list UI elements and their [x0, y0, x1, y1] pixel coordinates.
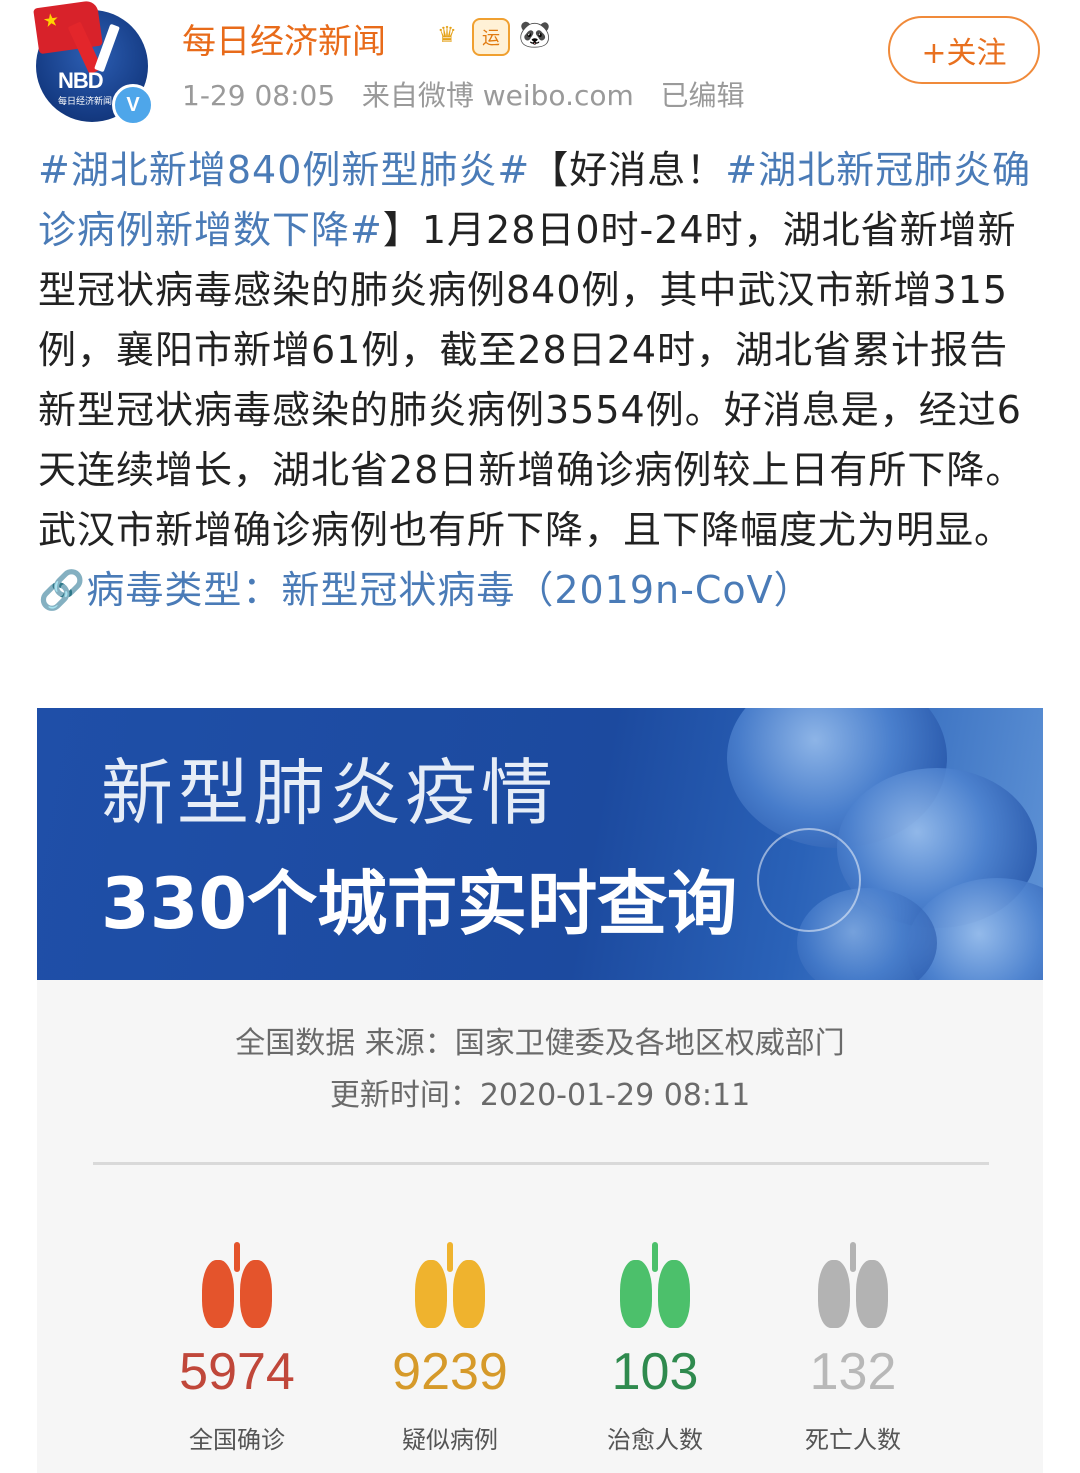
divider [93, 1162, 989, 1165]
target-ring-icon [757, 828, 861, 932]
image-banner: 新型肺炎疫情 330个城市实时查询 [37, 708, 1043, 980]
follow-button[interactable]: +关注 [888, 16, 1040, 84]
yun-badge-icon[interactable]: 运 [472, 18, 510, 56]
avatar-logo-subtext: 每日经济新闻 [58, 97, 113, 107]
post-text: 【好消息！ [530, 148, 726, 192]
banner-title: 新型肺炎疫情 [101, 751, 558, 835]
stat-value: 9239 [392, 1343, 508, 1401]
crown-icon[interactable]: ♛ [430, 18, 464, 52]
update-time-line: 更新时间：2020-01-29 08:11 [329, 1078, 751, 1113]
stat-label: 治愈人数 [607, 1426, 703, 1454]
edited-label[interactable]: 已编辑 [660, 79, 744, 112]
post-body: #湖北新增840例新型肺炎#【好消息！#湖北新冠肺炎确诊病例新增数下降#】1月2… [38, 140, 1038, 620]
stat-deaths: 132 死亡人数 [773, 1242, 933, 1455]
stat-value: 132 [809, 1343, 897, 1401]
lung-icon [415, 1242, 485, 1334]
post-source: 来自微博 weibo.com [361, 79, 634, 112]
stat-label: 死亡人数 [805, 1426, 901, 1454]
link-icon[interactable]: 🔗 [38, 568, 86, 612]
stat-value: 103 [611, 1343, 699, 1401]
lung-icon [818, 1242, 888, 1334]
user-badges: ♛ 运 🐼 [430, 18, 552, 56]
panda-icon[interactable]: 🐼 [518, 18, 552, 52]
stat-value: 5974 [179, 1343, 295, 1401]
avatar-logo-text: NBD [58, 68, 104, 93]
author-name[interactable]: 每日经济新闻 [182, 14, 386, 63]
data-source-line: 全国数据 来源：国家卫健委及各地区权威部门 [235, 1026, 845, 1061]
post-image[interactable]: 新型肺炎疫情 330个城市实时查询 全国数据 来源：国家卫健委及各地区权威部门 … [37, 708, 1043, 1473]
post-text: 】1月28日0时-24时，湖北省新增新型冠状病毒感染的肺炎病例840例，其中武汉… [38, 208, 1025, 552]
lung-icon [202, 1242, 272, 1334]
stat-suspected: 9239 疑似病例 [370, 1242, 530, 1455]
stats-panel: 全国数据 来源：国家卫健委及各地区权威部门 更新时间：2020-01-29 08… [37, 980, 1043, 1473]
post-time: 1-29 08:05 [182, 79, 336, 112]
stat-confirmed: 5974 全国确诊 [157, 1242, 317, 1455]
hashtag-link[interactable]: #湖北新增840例新型肺炎# [38, 148, 530, 192]
stat-label: 全国确诊 [189, 1426, 285, 1454]
post-meta: 1-29 08:05 来自微博 weibo.com 已编辑 [182, 74, 744, 114]
stat-cured: 103 治愈人数 [575, 1242, 735, 1455]
banner-subtitle: 330个城市实时查询 [101, 863, 738, 945]
verified-icon: V [112, 84, 154, 126]
stat-label: 疑似病例 [402, 1426, 498, 1454]
lung-icon [620, 1242, 690, 1334]
topic-link[interactable]: 病毒类型：新型冠状病毒（2019n-CoV） [86, 568, 812, 612]
